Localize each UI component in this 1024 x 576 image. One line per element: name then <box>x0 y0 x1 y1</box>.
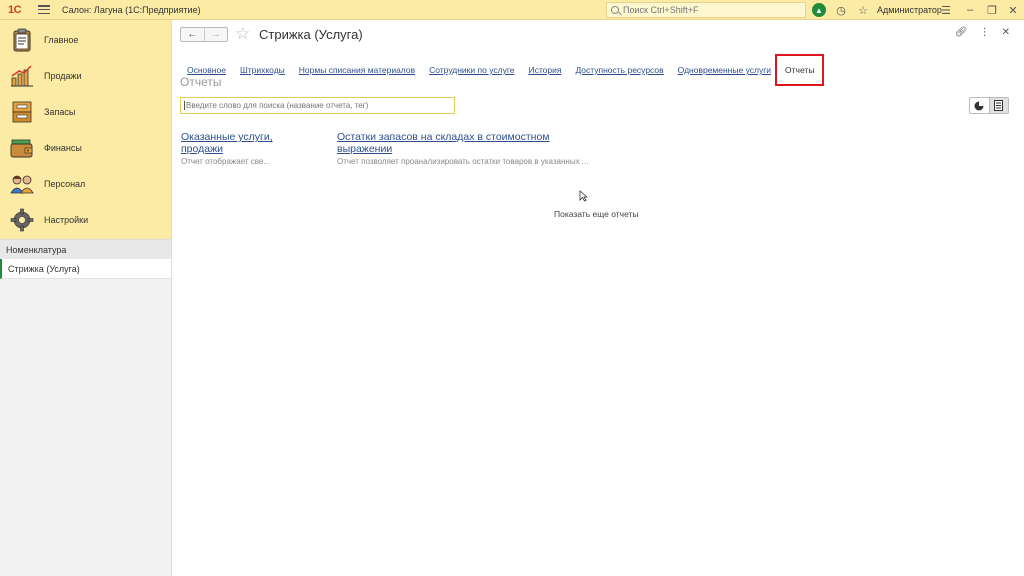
report-link[interactable]: Оказанные услуги, продажи <box>181 131 291 155</box>
global-search-input[interactable] <box>623 5 793 15</box>
sidebar-item-main[interactable]: Главное <box>0 22 171 58</box>
report-description: Отчет отображает све... <box>181 157 271 166</box>
sidebar-item-personnel[interactable]: Персонал <box>0 166 171 202</box>
sidebar-item-label: Финансы <box>44 143 82 153</box>
settings-menu-icon[interactable]: ☰ <box>939 3 953 17</box>
gear-icon <box>10 208 34 232</box>
app-title: Салон: Лагуна (1С:Предприятие) <box>62 4 201 15</box>
sidebar-item-stock[interactable]: Запасы <box>0 94 171 130</box>
section-title: Отчеты <box>180 75 222 89</box>
sidebar-item-label: Главное <box>44 35 79 45</box>
tab-material-norms[interactable]: Нормы списания материалов <box>299 65 415 75</box>
nav-section-nomenclature[interactable]: Номенклатура <box>0 239 171 259</box>
list-view-icon[interactable] <box>988 98 1008 113</box>
page-title: Стрижка (Услуга) <box>259 27 363 42</box>
sidebar-item-settings[interactable]: Настройки <box>0 202 171 238</box>
show-more-reports-link[interactable]: Показать еще отчеты <box>554 209 639 219</box>
wallet-icon <box>10 136 34 160</box>
mouse-cursor-icon <box>579 190 588 202</box>
close-icon[interactable]: ✕ <box>1006 3 1020 17</box>
restore-icon[interactable]: ❐ <box>985 3 999 17</box>
minimize-icon[interactable]: – <box>963 3 977 17</box>
clipboard-icon <box>10 28 34 52</box>
global-search[interactable] <box>606 2 806 18</box>
favorites-star-icon[interactable]: ☆ <box>856 3 870 17</box>
title-bar: 1С Салон: Лагуна (1С:Предприятие) ▲ ◷ ☆ … <box>0 0 1024 20</box>
report-search[interactable] <box>180 97 455 114</box>
report-item: Остатки запасов на складах в стоимостном… <box>337 131 589 166</box>
app-logo: 1С <box>8 3 22 16</box>
main-menu-icon[interactable] <box>38 5 50 14</box>
tab-simultaneous-services[interactable]: Одновременные услуги <box>678 65 771 75</box>
open-window-item[interactable]: Стрижка (Услуга) <box>0 259 171 279</box>
report-item: Оказанные услуги, продажи Отчет отобража… <box>181 131 291 166</box>
report-description: Отчет позволяет проанализировать остатки… <box>337 157 589 166</box>
tab-history[interactable]: История <box>528 65 561 75</box>
form-window-icons: 🔗︎ ⋮ ✕ <box>955 27 1010 38</box>
sidebar-item-label: Запасы <box>44 107 76 117</box>
current-user[interactable]: Администратор <box>877 5 942 15</box>
form-tabs: Основное Штрихкоды Нормы списания матери… <box>187 54 838 86</box>
sidebar-item-label: Персонал <box>44 179 86 189</box>
sidebar-item-label: Настройки <box>44 215 89 225</box>
people-icon <box>10 172 34 196</box>
tab-barcodes[interactable]: Штрихкоды <box>240 65 285 75</box>
sidebar-item-label: Продажи <box>44 71 82 81</box>
tab-reports[interactable]: Отчеты <box>775 54 825 86</box>
sidebar: Главное Продажи Запасы Финансы Персонал <box>0 20 172 576</box>
navigation-buttons: ← → <box>180 27 228 42</box>
sections-panel: Главное Продажи Запасы Финансы Персонал <box>0 20 171 239</box>
tab-main[interactable]: Основное <box>187 65 226 75</box>
forward-arrow-icon[interactable]: → <box>205 28 228 41</box>
form-area: ← → ☆ Стрижка (Услуга) 🔗︎ ⋮ ✕ Основное Ш… <box>173 20 1024 576</box>
notifications-bell-icon[interactable]: ▲ <box>812 3 826 17</box>
sidebar-item-finance[interactable]: Финансы <box>0 130 171 166</box>
stock-box-icon <box>10 100 34 124</box>
close-form-icon[interactable]: ✕ <box>1002 27 1010 38</box>
link-icon[interactable]: 🔗︎ <box>955 27 968 38</box>
tab-resource-availability[interactable]: Доступность ресурсов <box>575 65 663 75</box>
favorite-star-icon[interactable]: ☆ <box>235 24 250 44</box>
more-actions-icon[interactable]: ⋮ <box>980 27 990 38</box>
report-link[interactable]: Остатки запасов на складах в стоимостном… <box>337 131 587 155</box>
history-icon[interactable]: ◷ <box>834 3 848 17</box>
back-arrow-icon[interactable]: ← <box>181 28 205 41</box>
sidebar-item-sales[interactable]: Продажи <box>0 58 171 94</box>
sales-chart-icon <box>10 64 34 88</box>
report-search-input[interactable] <box>184 101 449 110</box>
tab-service-employees[interactable]: Сотрудники по услуге <box>429 65 514 75</box>
pie-view-icon[interactable] <box>970 98 989 113</box>
view-toggle <box>969 97 1009 114</box>
search-icon <box>611 6 619 14</box>
